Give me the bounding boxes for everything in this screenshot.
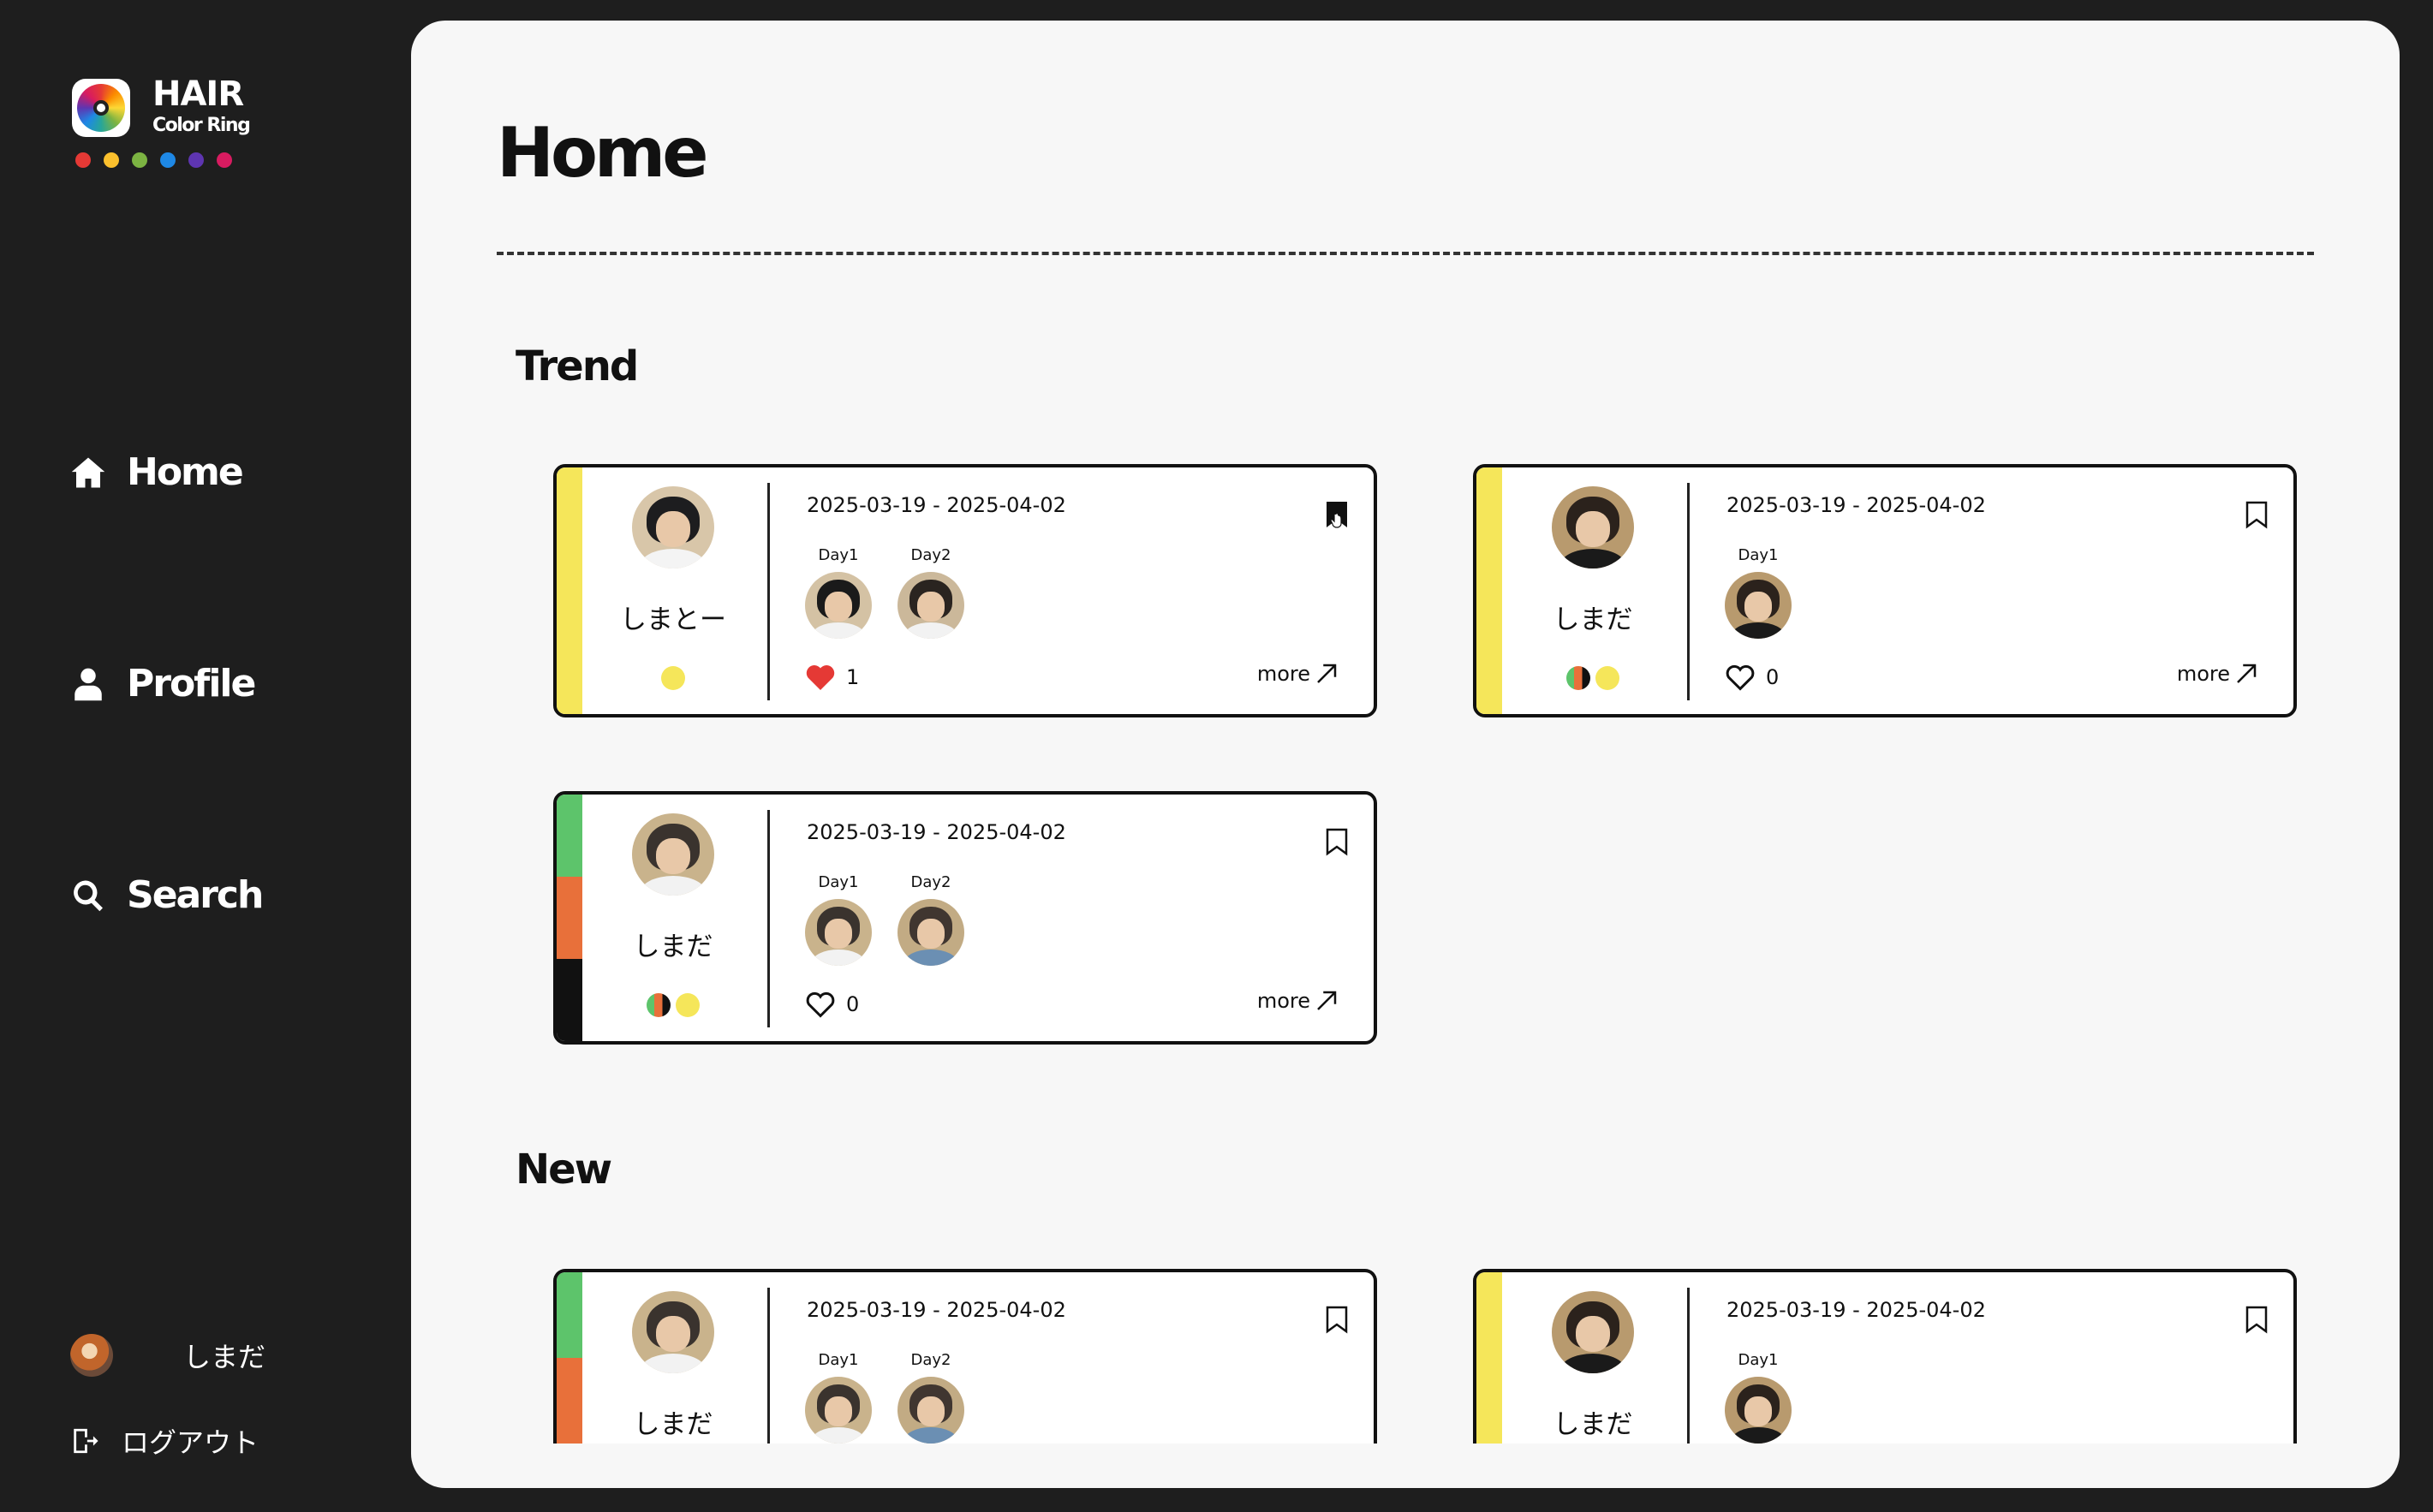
day-label: Day2 [910,1351,951,1369]
like-button[interactable]: 1 [805,663,859,692]
day-label: Day1 [818,1351,859,1369]
heart-icon [806,991,835,1018]
sidebar-item-home[interactable]: Home [70,450,244,494]
app-logo[interactable]: HAIR Color Ring [72,75,260,170]
date-range: 2025-03-19 - 2025-04-02 [807,820,1066,844]
logout-label: ログアウト [122,1426,259,1459]
more-label: more [2176,662,2230,686]
sidebar: HAIR Color Ring Home Profile Search しまだ … [0,0,411,1512]
person-icon [75,668,102,700]
post-card[interactable]: しまとー 2025-03-19 - 2025-04-02 Day1 Day2 1… [553,464,1377,717]
divider [767,1288,770,1444]
user-name: しまだ [1553,1409,1633,1440]
post-card[interactable]: しまだ 2025-03-19 - 2025-04-02 Day1 Day2 [553,1269,1377,1444]
color-stripe [557,795,582,1041]
user-name: しまだ [633,932,713,962]
like-count: 0 [846,992,860,1016]
day-photo[interactable]: Day1 [1725,546,1792,639]
bookmark-icon[interactable] [1324,827,1350,856]
date-range: 2025-03-19 - 2025-04-02 [1726,493,1986,517]
day-photo[interactable]: Day1 [1725,1351,1792,1444]
hair-color-dots [1502,666,1684,690]
arrow-up-right-icon [1317,664,1337,683]
bookmark-filled-icon[interactable] [1324,500,1350,529]
section-title-new: New [516,1146,612,1194]
day-photo[interactable]: Day2 [897,873,964,966]
sidebar-item-search[interactable]: Search [70,873,264,917]
day-label: Day1 [1738,1351,1779,1369]
logo-title: HAIR [152,74,244,114]
post-card[interactable]: しまだ 2025-03-19 - 2025-04-02 Day1 [1473,1269,2297,1444]
logo-subtitle: Color Ring [152,115,251,136]
search-icon [74,880,103,911]
more-link[interactable]: more [1257,661,1339,687]
date-range: 2025-03-19 - 2025-04-02 [807,493,1066,517]
page-title: Home [497,113,709,193]
home-icon [71,457,105,487]
user-avatar[interactable] [632,486,714,568]
avatar [70,1334,113,1377]
day-label: Day1 [1738,546,1779,564]
like-button[interactable]: 0 [805,990,859,1019]
date-range: 2025-03-19 - 2025-04-02 [1726,1298,1986,1322]
day-label: Day1 [818,546,859,564]
logo-dots [75,152,232,168]
sidebar-item-label: Search [127,873,264,917]
more-label: more [1256,662,1310,686]
user-avatar[interactable] [1552,1291,1634,1373]
heart-filled-icon [806,665,835,690]
arrow-up-right-icon [2237,664,2257,683]
sidebar-item-profile[interactable]: Profile [70,662,256,705]
day-photo[interactable]: Day1 [805,1351,872,1444]
like-count: 0 [1766,665,1780,689]
post-card[interactable]: しまだ 2025-03-19 - 2025-04-02 Day1 Day2 0 … [553,791,1377,1045]
divider [1687,483,1690,700]
day-label: Day1 [818,873,859,891]
sidebar-item-label: Profile [127,662,256,705]
color-stripe [1476,1272,1502,1444]
like-button[interactable]: 0 [1725,663,1779,692]
divider [497,252,2314,255]
section-title-trend: Trend [516,342,639,390]
logout-button[interactable]: ログアウト [70,1421,259,1461]
user-name: しまだ [633,1409,713,1440]
main-panel: Home Trend しまとー 2025-03-19 - 2025-04-02 … [411,21,2400,1488]
more-link[interactable]: more [2177,661,2259,687]
bookmark-icon[interactable] [2244,1305,2269,1334]
day-photo[interactable]: Day2 [897,546,964,639]
post-card[interactable]: しまだ 2025-03-19 - 2025-04-02 Day1 0 more [1473,464,2297,717]
bookmark-icon[interactable] [2244,500,2269,529]
divider [1687,1288,1690,1444]
more-link[interactable]: more [1257,988,1339,1014]
day-label: Day2 [910,546,951,564]
bookmark-icon[interactable] [1324,1305,1350,1334]
user-name: しまだ [183,1341,266,1373]
more-label: more [1256,989,1310,1013]
user-name: しまとー [620,604,726,635]
color-stripe [557,1272,582,1444]
day-photo[interactable]: Day1 [805,546,872,639]
user-name: しまだ [1553,604,1633,635]
hair-color-dots [582,666,764,690]
color-ring-icon [72,79,130,137]
sidebar-item-label: Home [127,450,244,494]
divider [767,483,770,700]
day-label: Day2 [910,873,951,891]
user-avatar[interactable] [632,813,714,896]
day-photo[interactable]: Day2 [897,1351,964,1444]
heart-icon [1726,664,1755,691]
user-avatar[interactable] [632,1291,714,1373]
divider [767,810,770,1027]
user-avatar[interactable] [1552,486,1634,568]
date-range: 2025-03-19 - 2025-04-02 [807,1298,1066,1322]
like-count: 1 [846,665,860,689]
logout-icon [74,1428,98,1454]
arrow-up-right-icon [1317,991,1337,1010]
current-user[interactable]: しまだ [70,1334,265,1377]
hair-color-dots [582,993,764,1017]
day-photo[interactable]: Day1 [805,873,872,966]
color-stripe [557,467,582,714]
color-stripe [1476,467,1502,714]
